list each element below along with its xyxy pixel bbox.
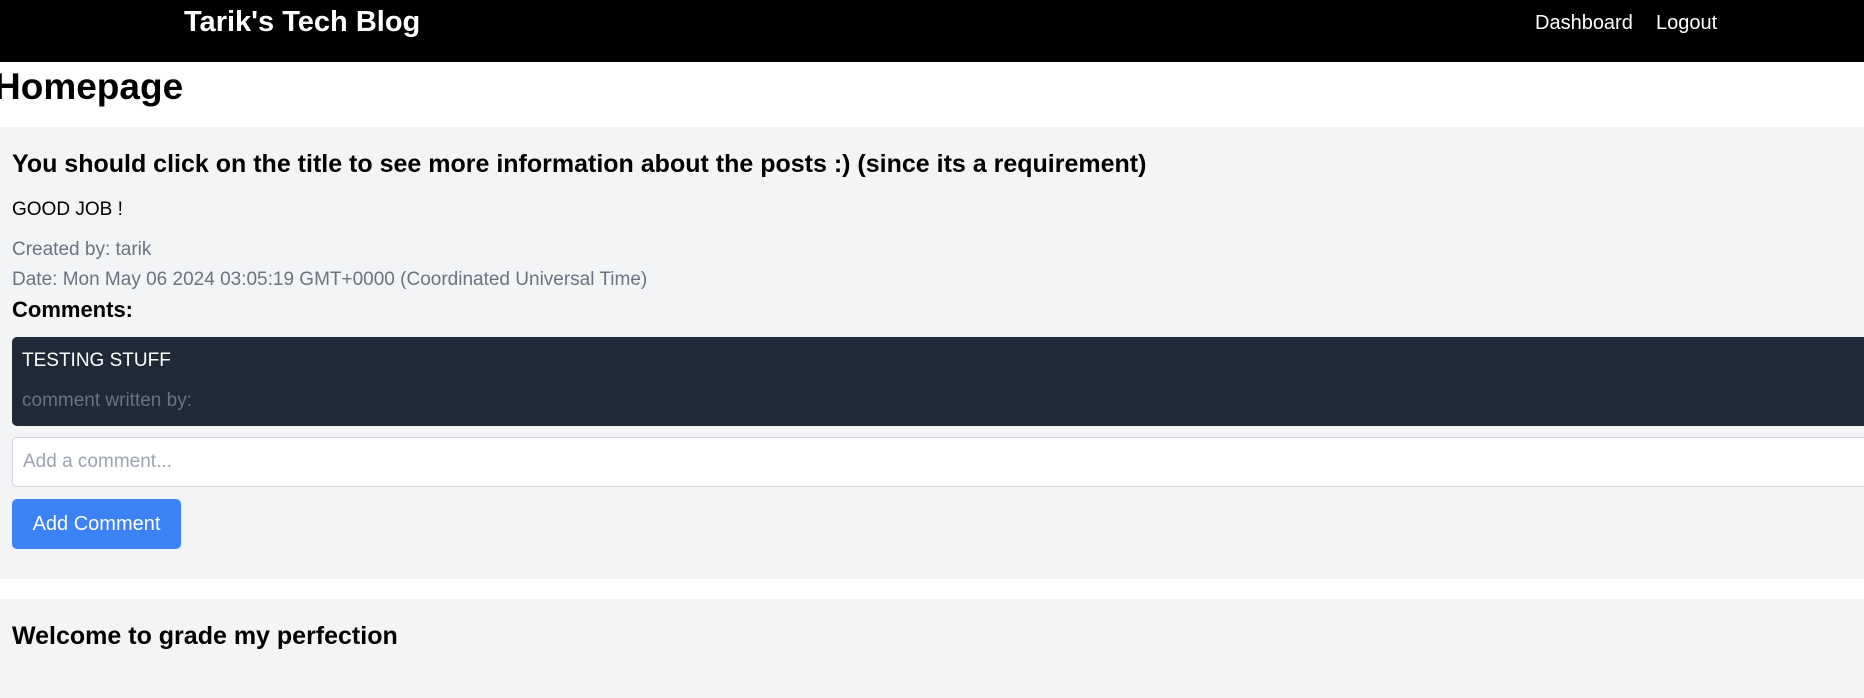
post-author: Created by: tarik — [12, 239, 152, 260]
add-comment-button[interactable]: Add Comment — [12, 499, 181, 549]
brand-link[interactable]: Tarik's Tech Blog — [184, 6, 420, 39]
nav-dashboard-link[interactable]: Dashboard — [1535, 12, 1633, 35]
comment-input[interactable] — [12, 437, 1864, 487]
navbar: Tarik's Tech Blog Dashboard Logout — [0, 0, 1864, 62]
comment-text: TESTING STUFF — [22, 350, 171, 371]
comments-heading: Comments: — [12, 297, 134, 322]
post-title-link[interactable]: You should click on the title to see mor… — [12, 150, 1146, 179]
post-card: You should click on the title to see mor… — [0, 127, 1864, 579]
post-body: GOOD JOB ! — [12, 199, 123, 220]
nav-logout-link[interactable]: Logout — [1656, 12, 1717, 35]
comment-author: comment written by: — [22, 390, 192, 411]
post-card: Welcome to grade my perfection — [0, 599, 1864, 698]
post-date: Date: Mon May 06 2024 03:05:19 GMT+0000 … — [12, 269, 648, 290]
post-title-link[interactable]: Welcome to grade my perfection — [12, 622, 398, 651]
page-title: Homepage — [0, 66, 184, 107]
comment-card: TESTING STUFF comment written by: — [12, 337, 1864, 426]
